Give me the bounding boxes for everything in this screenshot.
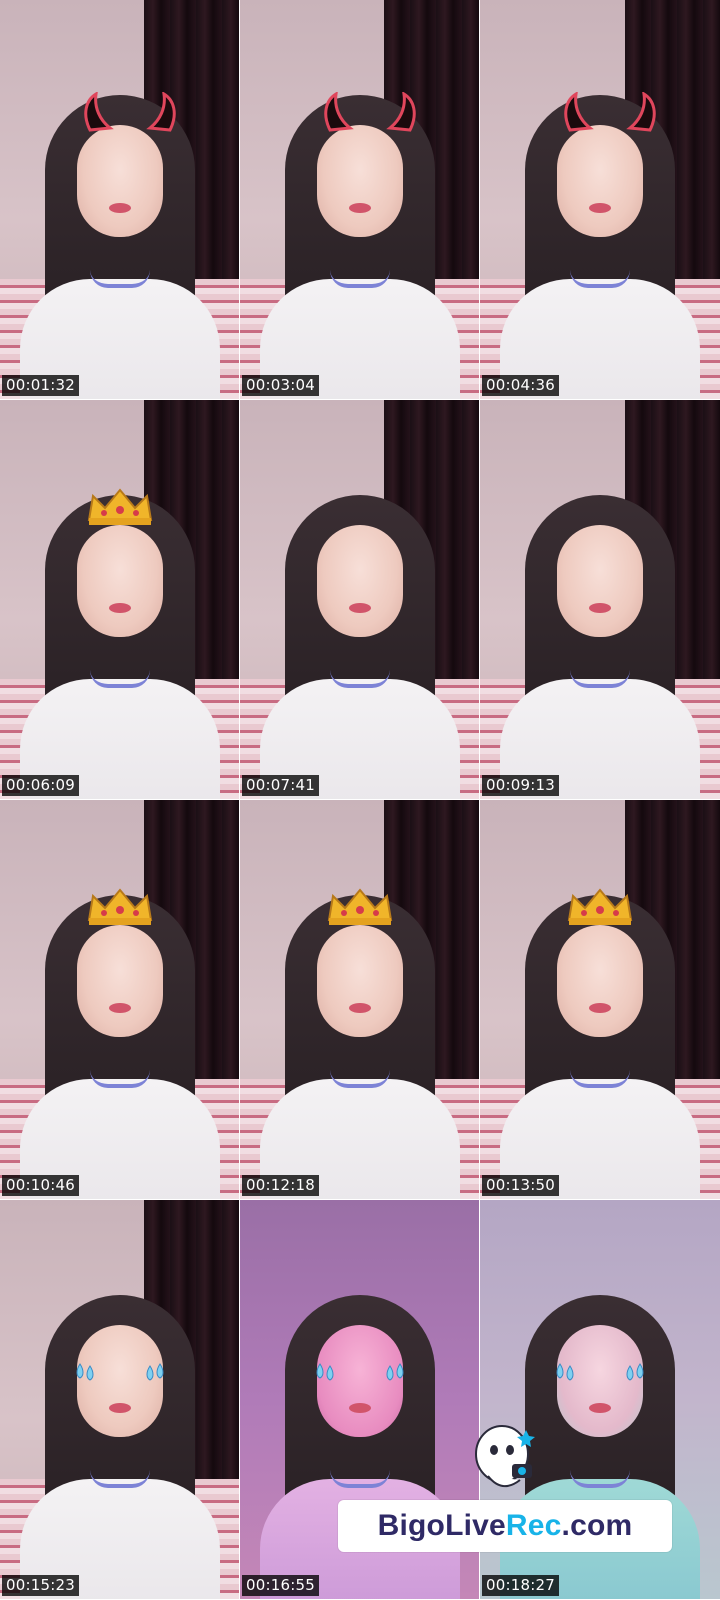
thumbnail-necklace: [90, 670, 150, 688]
thumbnail-person-face: [317, 925, 403, 1037]
devil-horns-icon: [80, 91, 180, 132]
thumbnail-person-face: [557, 925, 643, 1037]
watermark-text: BigoLiveRec.com: [378, 1509, 633, 1543]
thumbnail-necklace: [330, 1470, 390, 1488]
thumbnail-necklace: [330, 1070, 390, 1088]
timestamp-label: 00:07:41: [242, 775, 319, 796]
thumbnail-person-mouth: [109, 603, 131, 613]
thumbnail-person-face: [77, 525, 163, 637]
thumbnail-person-mouth: [589, 1003, 611, 1013]
thumbnail-necklace: [90, 1470, 150, 1488]
thumbnail-necklace: [90, 1070, 150, 1088]
watermark-banner: BigoLiveRec.com: [338, 1500, 672, 1552]
video-thumbnail: 00:01:32: [0, 0, 239, 399]
video-thumbnail: 00:09:13: [480, 400, 720, 799]
thumbnail-person-face: [317, 125, 403, 237]
devil-horns-icon: [320, 91, 420, 132]
crown-icon: [85, 488, 155, 526]
thumbnail-person-mouth: [349, 1403, 371, 1413]
thumbnail-person-mouth: [589, 203, 611, 213]
thumbnail-person-mouth: [349, 203, 371, 213]
tears-icon: [70, 1360, 170, 1384]
timestamp-label: 00:09:13: [482, 775, 559, 796]
thumbnail-necklace: [570, 270, 630, 288]
thumbnail-person-mouth: [349, 1003, 371, 1013]
thumbnail-necklace: [330, 270, 390, 288]
tears-icon: [550, 1360, 650, 1384]
thumbnail-necklace: [570, 1470, 630, 1488]
thumbnail-person-face: [77, 125, 163, 237]
thumbnail-person-face: [317, 525, 403, 637]
thumbnail-person-mouth: [589, 603, 611, 613]
timestamp-label: 00:06:09: [2, 775, 79, 796]
thumbnail-necklace: [570, 1070, 630, 1088]
thumbnail-person-face: [557, 125, 643, 237]
timestamp-label: 00:01:32: [2, 375, 79, 396]
thumbnail-person-mouth: [349, 603, 371, 613]
thumbnail-person-mouth: [109, 1003, 131, 1013]
video-thumbnail: 00:12:18: [240, 800, 479, 1199]
watermark-part-rec: Rec: [505, 1509, 562, 1542]
timestamp-label: 00:03:04: [242, 375, 319, 396]
video-thumbnail: 00:03:04: [240, 0, 479, 399]
crown-icon: [85, 888, 155, 926]
timestamp-label: 00:04:36: [482, 375, 559, 396]
watermark-part-brand: BigoLive: [377, 1509, 506, 1542]
timestamp-label: 00:18:27: [482, 1575, 559, 1596]
video-thumbnail: 00:06:09: [0, 400, 239, 799]
video-thumbnail: 00:07:41: [240, 400, 479, 799]
thumbnail-necklace: [570, 670, 630, 688]
thumbnail-necklace: [90, 270, 150, 288]
timestamp-label: 00:16:55: [242, 1575, 319, 1596]
crown-icon: [565, 888, 635, 926]
timestamp-label: 00:12:18: [242, 1175, 319, 1196]
thumbnail-person-face: [557, 525, 643, 637]
thumbnail-person-mouth: [109, 1403, 131, 1413]
thumbnail-grid: 00:01:32 00:03:04 00:04:36 00:06:09 00:07:41…: [0, 0, 720, 1600]
watermark-part-domain: .com: [561, 1509, 633, 1542]
thumbnail-necklace: [330, 670, 390, 688]
thumbnail-person-face: [77, 925, 163, 1037]
timestamp-label: 00:10:46: [2, 1175, 79, 1196]
video-thumbnail: 00:04:36: [480, 0, 720, 399]
timestamp-label: 00:15:23: [2, 1575, 79, 1596]
crown-icon: [325, 888, 395, 926]
tears-icon: [310, 1360, 410, 1384]
video-thumbnail: 00:15:23: [0, 1200, 239, 1599]
video-thumbnail: 00:13:50: [480, 800, 720, 1199]
devil-horns-icon: [560, 91, 660, 132]
timestamp-label: 00:13:50: [482, 1175, 559, 1196]
video-thumbnail: 00:10:46: [0, 800, 239, 1199]
thumbnail-person-mouth: [589, 1403, 611, 1413]
thumbnail-person-mouth: [109, 203, 131, 213]
bigo-mascot-icon: [468, 1420, 542, 1498]
